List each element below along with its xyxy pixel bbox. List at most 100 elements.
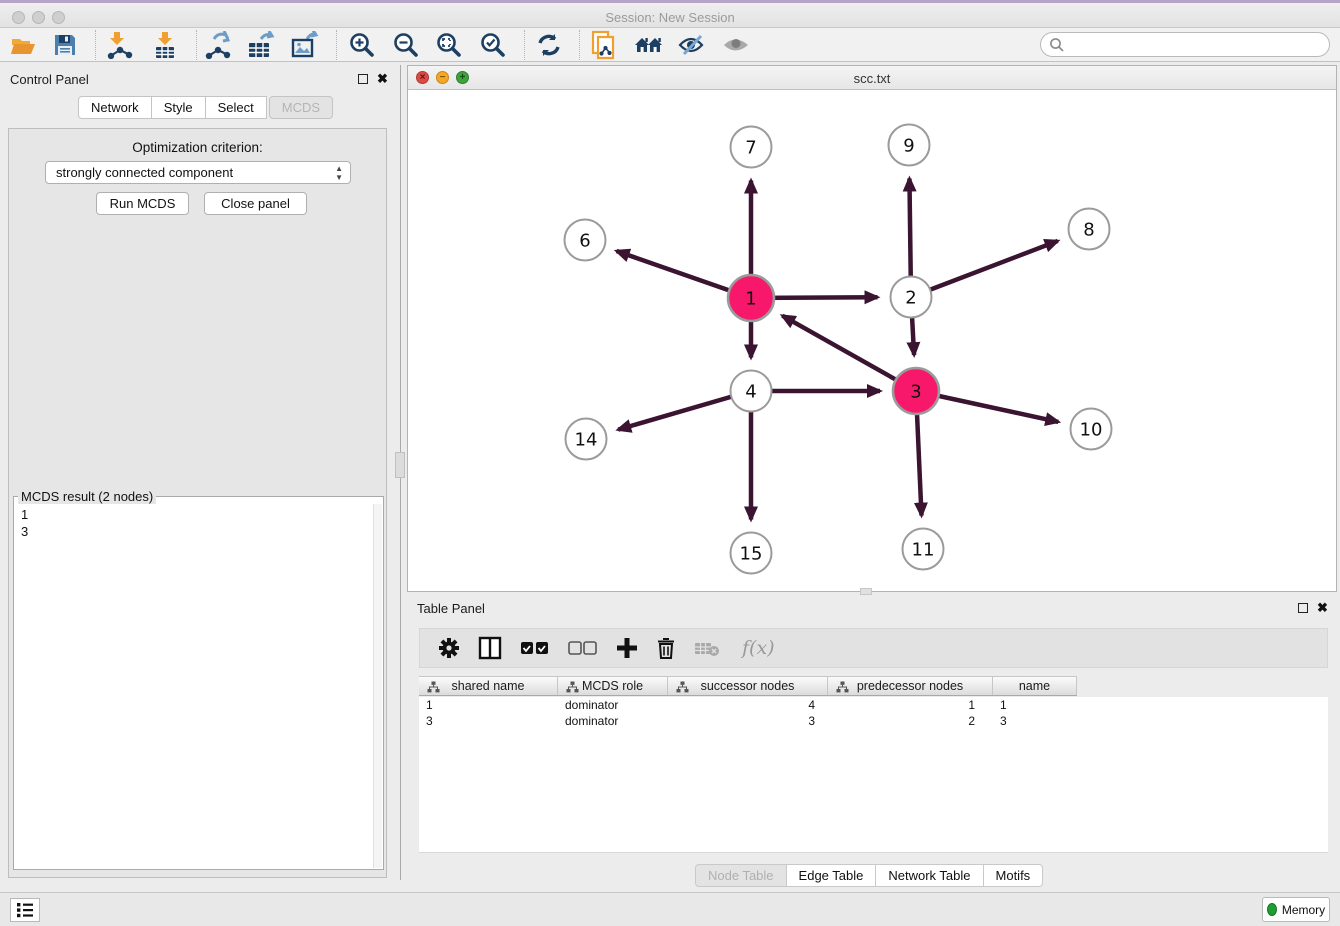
zoom-out-button[interactable] (387, 30, 425, 60)
import-table-button[interactable] (146, 30, 184, 60)
gear-icon (438, 637, 460, 659)
optimization-criterion-label: Optimization criterion: (9, 140, 386, 155)
search-input[interactable] (1065, 38, 1315, 52)
eye-icon (722, 33, 750, 57)
horizontal-divider-handle[interactable] (860, 588, 872, 595)
home-button[interactable] (630, 30, 668, 60)
table-toolbar: f(x) (419, 628, 1328, 668)
import-network-button[interactable] (101, 30, 139, 60)
column-header-predecessor-nodes[interactable]: predecessor nodes (828, 677, 993, 695)
result-scrollbar[interactable] (373, 504, 382, 868)
column-header-successor-nodes[interactable]: successor nodes (668, 677, 828, 695)
mcds-result-box: MCDS result (2 nodes) 1 3 (13, 489, 384, 870)
zoom-selected-button[interactable] (474, 30, 512, 60)
graph-node-label-7: 7 (745, 137, 756, 158)
close-table-panel-icon[interactable]: ✖ (1317, 602, 1328, 613)
open-file-button[interactable] (4, 30, 42, 60)
task-history-button[interactable] (10, 898, 40, 922)
table-row[interactable]: 1 dominator 4 1 1 (419, 697, 1328, 713)
network-graph-canvas[interactable]: 7968124314101511 (408, 90, 1336, 591)
delete-table-icon (694, 639, 722, 657)
delete-column-button[interactable] (656, 637, 676, 660)
table-header-row: shared name MCDS role successor nodes (419, 676, 1077, 696)
criterion-value: strongly connected component (56, 165, 233, 180)
table-settings-button[interactable] (438, 637, 460, 659)
criterion-select[interactable]: strongly connected component ▲▼ (45, 161, 351, 184)
table-tabs: Node Table Edge Table Network Table Moti… (695, 864, 1043, 887)
graph-node-label-11: 11 (912, 539, 935, 560)
zoom-fit-button[interactable] (430, 30, 468, 60)
export-table-icon (247, 31, 275, 59)
graph-node-label-9: 9 (903, 135, 914, 156)
open-folder-icon (10, 33, 37, 57)
deselect-all-button[interactable] (568, 641, 598, 655)
show-all-button[interactable] (717, 30, 755, 60)
select-all-button[interactable] (520, 641, 550, 655)
column-header-mcds-role[interactable]: MCDS role (558, 677, 668, 695)
mcds-panel: Optimization criterion: strongly connect… (8, 128, 387, 878)
columns-icon (478, 636, 502, 660)
home-icon (634, 33, 664, 57)
apply-layout-button[interactable] (530, 30, 568, 60)
list-icon (16, 902, 34, 918)
export-image-icon (291, 31, 319, 59)
tab-node-table[interactable]: Node Table (695, 864, 787, 887)
control-panel-title: Control Panel (10, 72, 89, 87)
function-builder-button[interactable]: f(x) (742, 637, 775, 659)
memory-button[interactable]: Memory (1262, 897, 1330, 922)
close-panel-button[interactable]: Close panel (204, 192, 307, 215)
plus-icon (616, 637, 638, 659)
zoom-out-icon (393, 32, 419, 58)
main-toolbar (0, 28, 1340, 62)
mcds-result-text: 1 3 (15, 504, 373, 868)
new-network-button[interactable] (586, 30, 624, 60)
zoom-fit-icon (436, 32, 462, 58)
add-column-button[interactable] (616, 637, 638, 659)
panel-divider-handle[interactable] (395, 452, 405, 478)
float-table-panel-icon[interactable] (1298, 603, 1308, 613)
tab-edge-table[interactable]: Edge Table (787, 864, 877, 887)
tab-select[interactable]: Select (206, 96, 267, 119)
zoom-in-button[interactable] (343, 30, 381, 60)
export-image-button[interactable] (286, 30, 324, 60)
column-header-shared-name[interactable]: shared name (419, 677, 558, 695)
table-body: 1 dominator 4 1 1 3 dominator 3 2 3 (419, 697, 1328, 853)
save-icon (53, 33, 77, 57)
tab-network-table[interactable]: Network Table (876, 864, 983, 887)
show-columns-button[interactable] (478, 636, 502, 660)
sitemap-icon (676, 681, 689, 693)
hide-selected-button[interactable] (673, 30, 711, 60)
export-network-icon (204, 31, 232, 59)
tab-motifs[interactable]: Motifs (984, 864, 1044, 887)
graph-node-label-6: 6 (579, 230, 590, 251)
graph-node-label-2: 2 (905, 287, 916, 308)
close-panel-icon[interactable]: ✖ (377, 73, 388, 84)
search-icon (1049, 37, 1065, 53)
export-table-button[interactable] (242, 30, 280, 60)
save-session-button[interactable] (46, 30, 84, 60)
checked-boxes-icon (520, 641, 550, 655)
zoom-in-icon (349, 32, 375, 58)
sitemap-icon (566, 681, 579, 693)
mcds-result-title: MCDS result (2 nodes) (18, 489, 156, 504)
status-bar: Memory (0, 892, 1340, 926)
graph-node-label-15: 15 (740, 543, 763, 564)
tab-mcds[interactable]: MCDS (269, 96, 333, 119)
graph-node-label-14: 14 (575, 429, 598, 450)
sitemap-icon (836, 681, 849, 693)
graph-edge-2-8[interactable] (911, 241, 1058, 297)
graph-node-label-1: 1 (745, 288, 756, 309)
table-row[interactable]: 3 dominator 3 2 3 (419, 713, 1328, 729)
network-titlebar: × − + scc.txt (408, 66, 1336, 90)
memory-label: Memory (1282, 903, 1325, 917)
sitemap-icon (427, 681, 440, 693)
run-mcds-button[interactable]: Run MCDS (96, 192, 189, 215)
float-panel-icon[interactable] (358, 74, 368, 84)
search-box[interactable] (1040, 32, 1330, 57)
export-network-button[interactable] (199, 30, 237, 60)
column-header-name[interactable]: name (993, 677, 1077, 695)
delete-table-button[interactable] (694, 639, 722, 657)
unchecked-boxes-icon (568, 641, 598, 655)
tab-network[interactable]: Network (78, 96, 152, 119)
tab-style[interactable]: Style (152, 96, 206, 119)
